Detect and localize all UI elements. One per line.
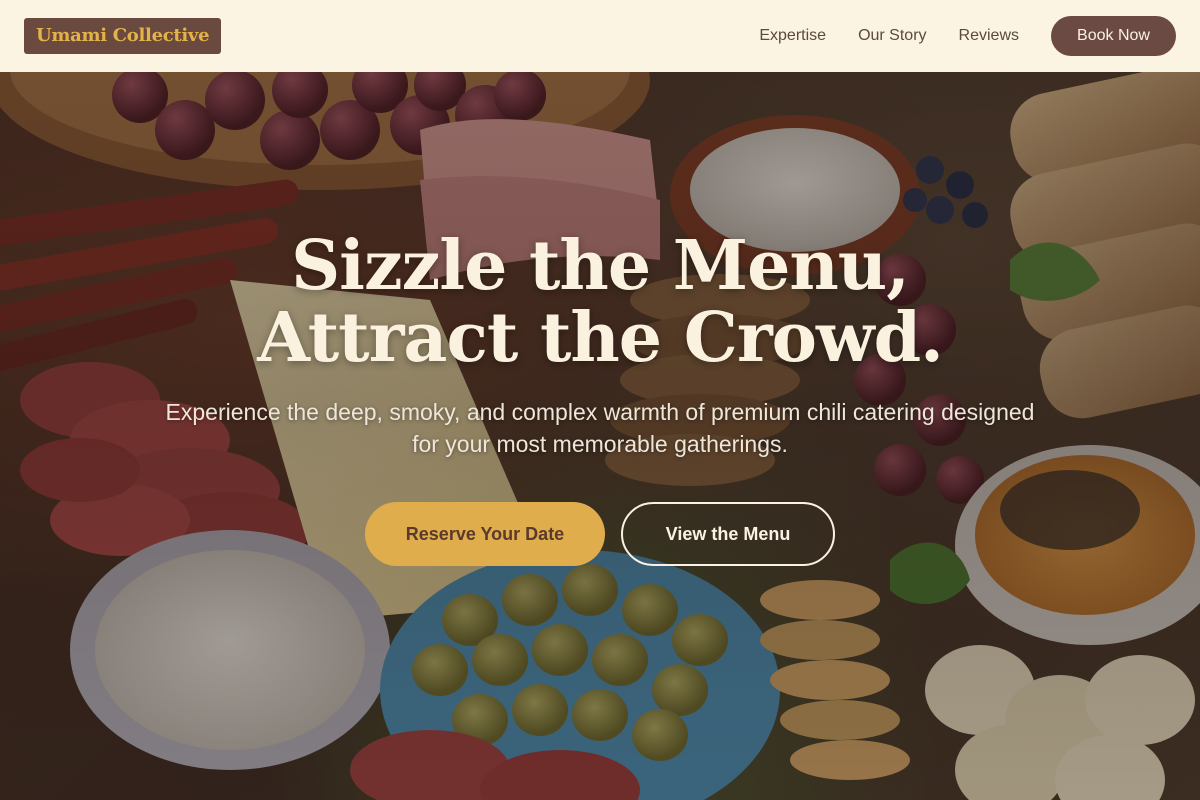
book-now-button[interactable]: Book Now	[1051, 16, 1176, 56]
top-navbar: Umami Collective Expertise Our Story Rev…	[0, 0, 1200, 72]
hero-title: Sizzle the Menu, Attract the Crowd.	[0, 230, 1200, 374]
hero-title-line-2: Attract the Crowd.	[257, 298, 944, 378]
brand-logo[interactable]: Umami Collective	[24, 18, 222, 54]
nav-link-our-story[interactable]: Our Story	[858, 27, 926, 45]
nav-link-reviews[interactable]: Reviews	[959, 27, 1019, 45]
nav-link-expertise[interactable]: Expertise	[759, 27, 826, 45]
view-menu-button[interactable]: View the Menu	[621, 502, 835, 566]
hero-cta-group: Reserve Your Date View the Menu	[0, 502, 1200, 566]
nav-links: Expertise Our Story Reviews Book Now	[759, 16, 1176, 56]
landing-page: Umami Collective Expertise Our Story Rev…	[0, 0, 1200, 800]
reserve-date-button[interactable]: Reserve Your Date	[365, 502, 605, 566]
hero-subtitle: Experience the deep, smoky, and complex …	[165, 399, 1035, 457]
hero-title-line-1: Sizzle the Menu,	[291, 226, 910, 306]
hero-section: Sizzle the Menu, Attract the Crowd. Expe…	[0, 230, 1200, 566]
